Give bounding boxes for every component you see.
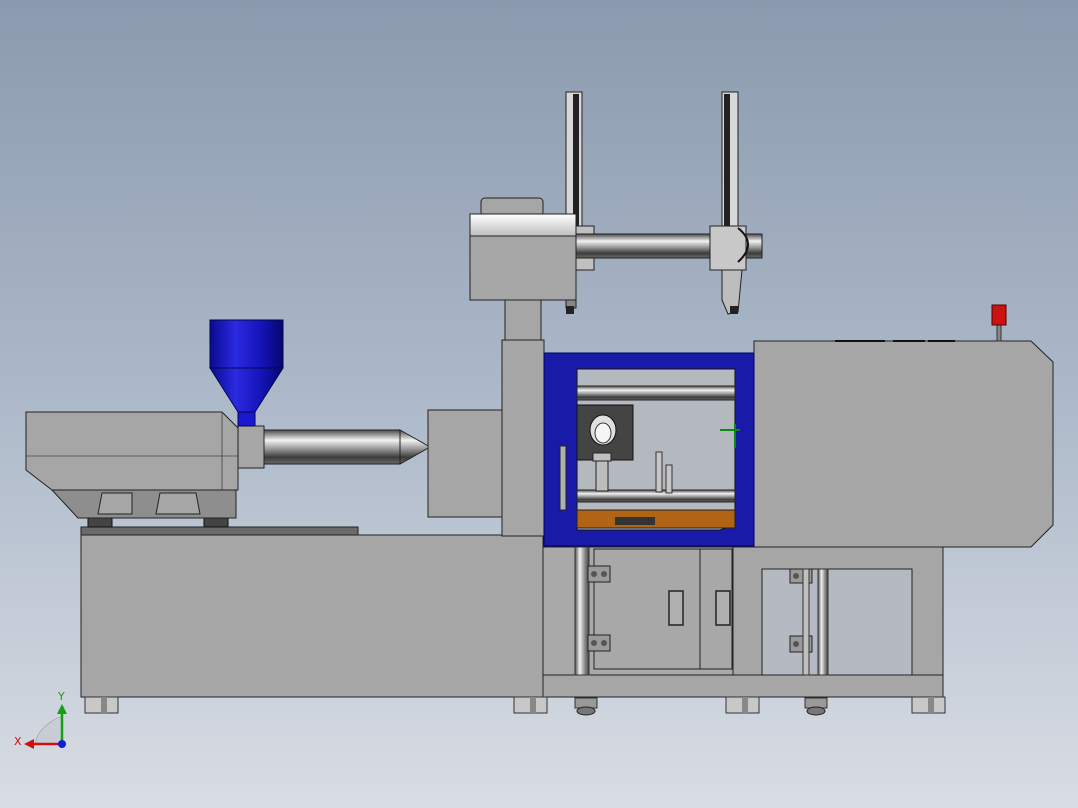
barrel (263, 429, 401, 465)
robot-arm (469, 91, 763, 315)
injection-rail (80, 526, 359, 536)
z-axis-dot (58, 740, 66, 748)
y-axis-label: Y (57, 690, 65, 703)
machine-base (80, 534, 944, 698)
hopper (209, 319, 284, 427)
x-axis-label: X (14, 735, 22, 748)
clamp-unit (753, 340, 1054, 548)
injection-molding-machine-drawing: Y X (14, 91, 1054, 749)
nozzle (399, 429, 432, 465)
injection-unit (25, 411, 265, 491)
mold-area-frame (543, 352, 755, 547)
coordinate-triad: Y X (14, 690, 67, 749)
machine-feet (84, 696, 946, 716)
injection-carriage (50, 489, 237, 528)
alarm-light (991, 304, 1007, 342)
fixed-platen (427, 297, 545, 537)
